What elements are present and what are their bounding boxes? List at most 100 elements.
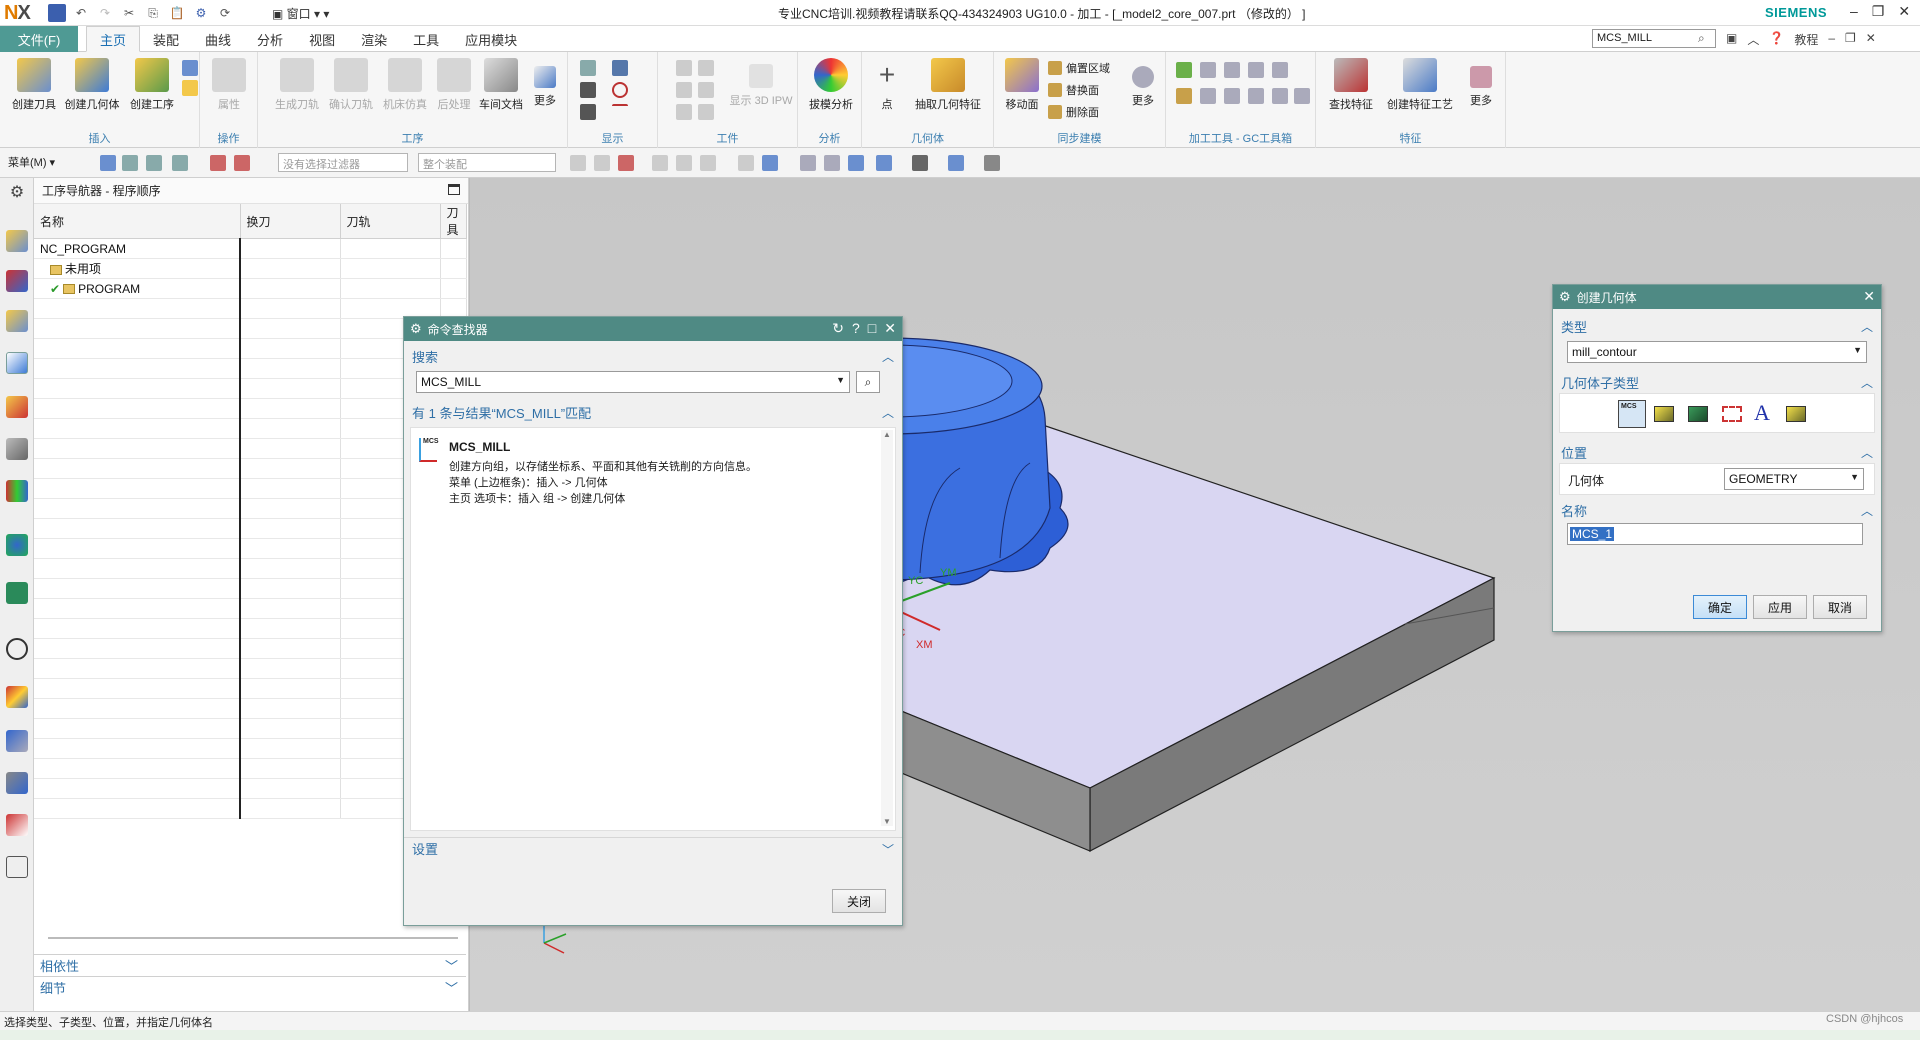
machine-simulation-button[interactable]: 机床仿真 xyxy=(380,58,430,112)
finder-search-input[interactable]: MCS_MILL ▼ xyxy=(416,371,850,393)
column-header-toolpath[interactable]: 刀轨 xyxy=(340,204,441,239)
repeat-icon[interactable]: ⟳ xyxy=(216,4,234,22)
table-row[interactable]: ✔ PROGRAM xyxy=(34,278,467,299)
shop-doc-button[interactable]: 车间文档 xyxy=(476,58,526,112)
gc-tool6-icon[interactable] xyxy=(1176,88,1192,104)
gear-icon[interactable]: ⚙ xyxy=(410,321,422,337)
tab-home[interactable]: 主页 xyxy=(86,26,141,52)
minimize-button[interactable]: – xyxy=(1850,3,1858,20)
create-method-icon[interactable] xyxy=(182,60,198,76)
manufacturing-wizard-icon[interactable] xyxy=(6,772,28,794)
create-operation-button[interactable]: 创建工序 xyxy=(126,58,178,112)
show-3d-ipw-button[interactable]: 显示 3D IPW xyxy=(726,58,796,108)
postprocess-button[interactable]: 后处理 xyxy=(434,58,474,112)
part-navigator-icon[interactable] xyxy=(6,310,28,332)
gc-tool2-icon[interactable] xyxy=(1200,62,1216,78)
find-feature-button[interactable]: 查找特征 xyxy=(1324,58,1378,112)
reuse-library-icon[interactable] xyxy=(6,438,28,460)
help-icon[interactable]: ? xyxy=(852,320,860,337)
search-section-header[interactable]: 搜索 ︿ xyxy=(404,345,902,367)
hd3d-icon[interactable] xyxy=(6,480,28,502)
process-more-button[interactable]: 更多 xyxy=(528,58,562,108)
restore-doc-button[interactable]: ❐ xyxy=(1845,31,1856,48)
display-toolpath-icon[interactable] xyxy=(580,60,596,76)
undo-icon[interactable]: ↶ xyxy=(72,4,90,22)
type-select[interactable]: mill_contour ▼ xyxy=(1567,341,1867,363)
scroll-down-icon[interactable]: ▼ xyxy=(881,817,893,826)
name-section-header[interactable]: 名称 ︿ xyxy=(1553,499,1881,521)
roles-icon[interactable] xyxy=(6,814,28,836)
create-geometry-button[interactable]: 创建几何体 xyxy=(62,58,122,112)
snap-icon-1[interactable] xyxy=(570,155,586,171)
assembly-navigator-icon[interactable] xyxy=(6,230,28,252)
column-header-name[interactable]: 名称 xyxy=(34,204,241,239)
view-icon-3[interactable] xyxy=(848,155,864,171)
create-geometry-titlebar[interactable]: ⚙ 创建几何体 ✕ xyxy=(1553,285,1881,309)
gc-tool9-icon[interactable] xyxy=(1248,88,1264,104)
snap-icon[interactable]: ⚙ xyxy=(192,4,210,22)
apply-button[interactable]: 应用 xyxy=(1753,595,1807,619)
search-button[interactable]: ⌕ xyxy=(856,371,880,393)
table-row[interactable]: NC_PROGRAM xyxy=(34,238,467,259)
settings-section-header[interactable]: 设置 ﹀ xyxy=(404,837,902,859)
tab-render[interactable]: 渲染 xyxy=(348,26,400,52)
create-tool-button[interactable]: 创建刀具 xyxy=(10,58,58,112)
close-window-button[interactable]: ✕ xyxy=(1898,3,1910,20)
verify-toolpath-button[interactable]: 确认刀轨 xyxy=(326,58,376,112)
scroll-up-icon[interactable]: ▲ xyxy=(881,430,893,439)
tab-applications[interactable]: 应用模块 xyxy=(452,26,530,52)
view-icon-2[interactable] xyxy=(824,155,840,171)
selection-icon-1[interactable] xyxy=(100,155,116,171)
move-face-button[interactable]: 移动面 xyxy=(1002,58,1042,112)
ok-button[interactable]: 确定 xyxy=(1693,595,1747,619)
chevron-up-icon[interactable]: ︿ xyxy=(1747,31,1759,48)
table-row[interactable]: 未用项 xyxy=(34,258,467,279)
gc-tool3-icon[interactable] xyxy=(1224,62,1240,78)
palette-icon[interactable] xyxy=(6,686,28,708)
subtype-mcs-icon[interactable]: MCS xyxy=(1618,400,1646,428)
subtype-section-header[interactable]: 几何体子类型 ︿ xyxy=(1553,371,1881,393)
tab-tools[interactable]: 工具 xyxy=(400,26,452,52)
gc-tool7-icon[interactable] xyxy=(1200,88,1216,104)
properties-button[interactable]: 属性 xyxy=(210,58,248,112)
close-doc-button[interactable]: ✕ xyxy=(1866,31,1876,48)
extract-geometry-button[interactable]: 抽取几何特征 xyxy=(908,58,988,112)
subtype-mill-text-icon[interactable]: A xyxy=(1754,400,1770,426)
file-menu-button[interactable]: 文件(F) xyxy=(0,26,78,52)
selection-icon-5[interactable] xyxy=(210,155,226,171)
clock-icon[interactable] xyxy=(6,638,28,660)
gc-tool4-icon[interactable] xyxy=(1248,62,1264,78)
system-materials-icon[interactable] xyxy=(6,856,28,878)
gc-tool11-icon[interactable] xyxy=(1294,88,1310,104)
workpiece-a-icon[interactable] xyxy=(676,60,692,76)
snap-icon-3[interactable] xyxy=(618,155,634,171)
feature-more-button[interactable]: 更多 xyxy=(1464,58,1498,108)
snap-icon-5[interactable] xyxy=(676,155,692,171)
view-icon-5[interactable] xyxy=(912,155,928,171)
subtype-mill-geom-icon[interactable] xyxy=(1786,406,1806,422)
type-filter-select[interactable]: 没有选择过滤器 xyxy=(278,153,408,172)
gc-tool5-icon[interactable] xyxy=(1272,62,1288,78)
replace-face-button[interactable]: 替换面 xyxy=(1048,82,1099,98)
selection-icon-4[interactable] xyxy=(172,155,188,171)
settings-gear-icon[interactable]: ⚙ xyxy=(6,182,28,204)
selection-icon-6[interactable] xyxy=(234,155,250,171)
reset-icon[interactable]: ↻ xyxy=(832,320,844,337)
column-header-tool-change[interactable]: 换刀 xyxy=(240,204,341,239)
display-circle-icon[interactable] xyxy=(612,82,628,98)
display-toolpath2-icon[interactable] xyxy=(580,82,596,98)
command-finder-titlebar[interactable]: ⚙ 命令查找器 ↻ ? □ ✕ xyxy=(404,317,902,341)
gear-icon[interactable]: ⚙ xyxy=(1559,289,1571,305)
display-toolpath3-icon[interactable] xyxy=(580,104,596,120)
close-button[interactable]: 关闭 xyxy=(832,889,886,913)
details-panel-header[interactable]: 细节 ﹀ xyxy=(34,976,466,998)
window-icon[interactable]: ▣ xyxy=(1726,31,1737,48)
view-icon-6[interactable] xyxy=(948,155,964,171)
gc-tool10-icon[interactable] xyxy=(1272,88,1288,104)
process-studio-icon[interactable] xyxy=(6,730,28,752)
operation-navigator-icon[interactable] xyxy=(6,352,28,374)
subtype-mill-area-icon[interactable] xyxy=(1688,406,1708,422)
results-section-header[interactable]: 有 1 条与结果“MCS_MILL”匹配 ︿ xyxy=(404,401,902,423)
copy-icon[interactable]: ⎘ xyxy=(144,4,162,22)
minimize-doc-button[interactable]: – xyxy=(1828,31,1835,48)
